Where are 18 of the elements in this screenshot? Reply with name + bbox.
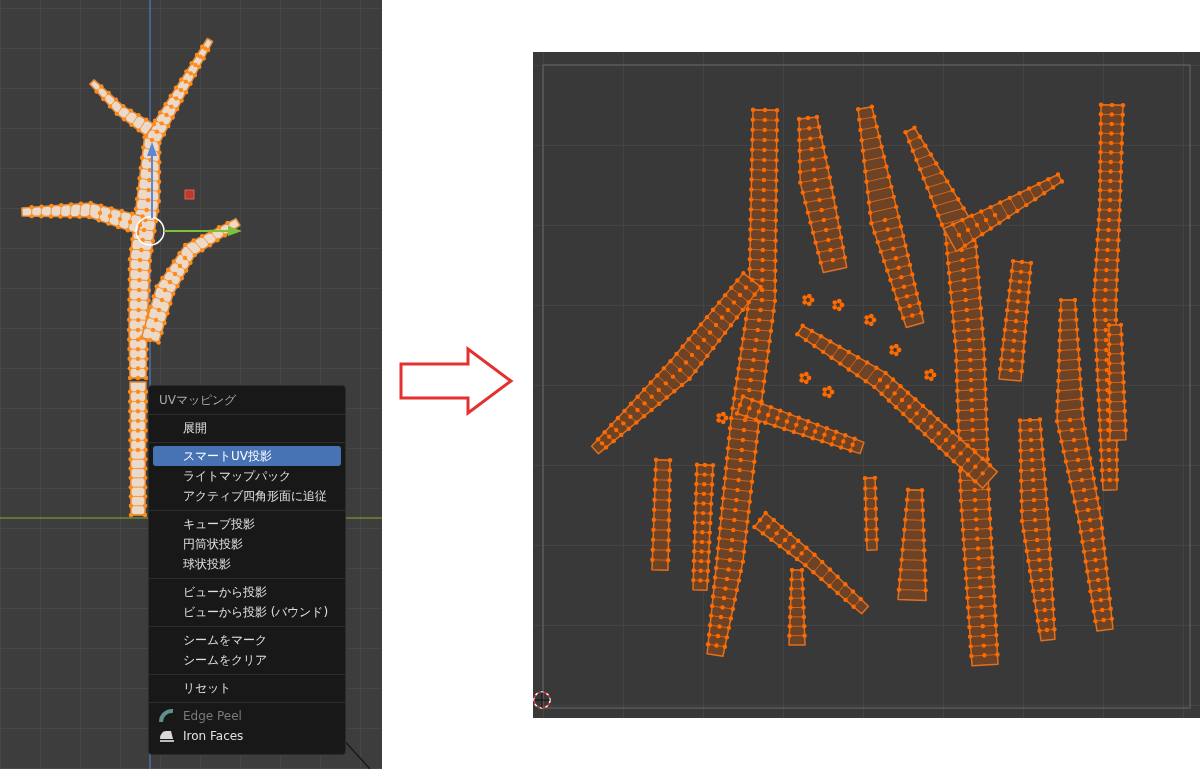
iron-icon [159,729,175,743]
menu-item[interactable]: スマートUV投影 [153,446,341,466]
menu-item[interactable]: 球状投影 [153,554,341,574]
menu-item[interactable]: ライトマップパック [153,466,341,486]
menu-item[interactable]: ビューから投影 [153,582,341,602]
right-arrow-icon [399,345,513,416]
menu-item[interactable]: ビューから投影 (バウンド) [153,602,341,622]
menu-item[interactable]: シームをクリア [153,650,341,670]
menu-item[interactable]: Iron Faces [153,726,341,746]
menu-item[interactable]: シームをマーク [153,630,341,650]
menu-item[interactable]: リセット [153,678,341,698]
menu-item[interactable]: アクティブ四角形面に追従 [153,486,341,506]
menu-item[interactable]: 円筒状投影 [153,534,341,554]
menu-item[interactable]: 展開 [153,418,341,438]
menu-item[interactable]: キューブ投影 [153,514,341,534]
menu-title: UVマッピング [158,392,237,409]
2d-cursor-icon [533,691,551,709]
arc-icon [159,709,175,723]
